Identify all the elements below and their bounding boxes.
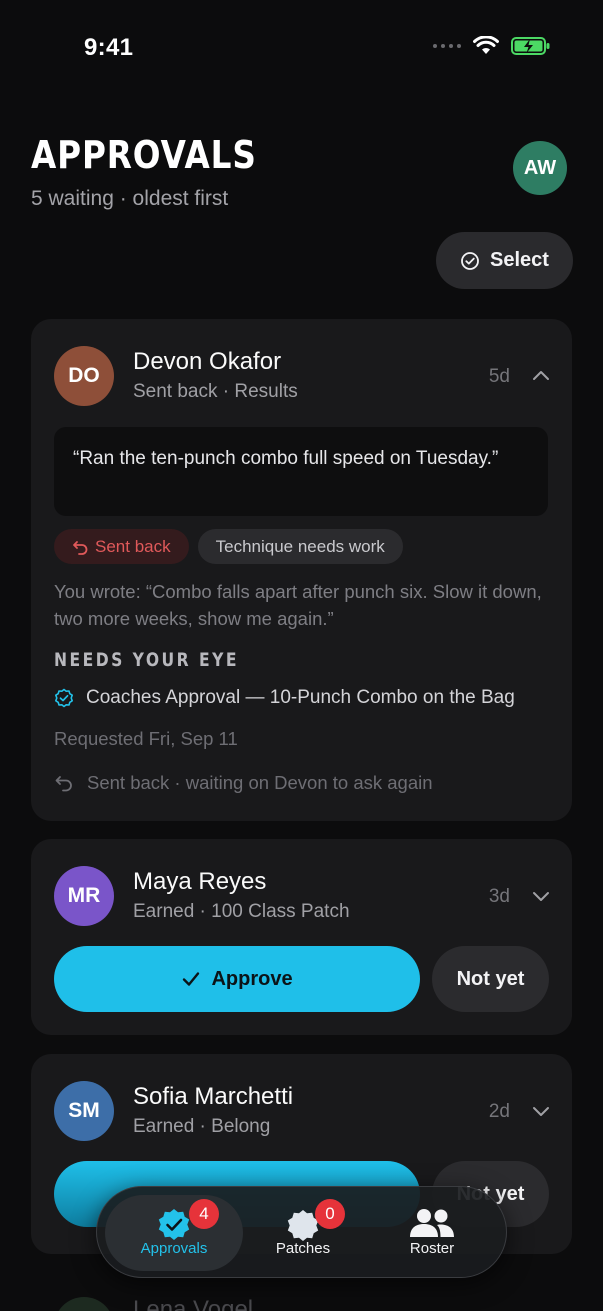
sent-back-tag: Sent back [54, 529, 189, 564]
member-name: Devon Okafor [133, 348, 282, 375]
page-title: APPROVALS [31, 133, 257, 177]
people-icon [410, 1209, 454, 1237]
approve-button[interactable]: Approve [54, 946, 420, 1012]
not-yet-button[interactable]: Not yet [432, 946, 549, 1012]
requested-date: Requested Fri, Sep 11 [54, 728, 238, 749]
select-label: Select [490, 249, 549, 271]
tab-approvals[interactable]: 4 Approvals [105, 1195, 243, 1271]
request-title: Coaches Approval — 10-Punch Combo on the… [86, 687, 515, 708]
avatar: DO [54, 346, 114, 406]
approval-card-expanded: DO Devon Okafor Sent back · Results 5d “… [31, 319, 572, 821]
member-name: Lena Vogel [133, 1296, 254, 1311]
checkmark-icon [183, 972, 200, 986]
chevron-down-icon[interactable] [532, 1102, 550, 1120]
tag-label: Sent back [95, 536, 171, 556]
undo-icon [55, 776, 72, 792]
section-heading: NEEDS YOUR EYE [54, 649, 239, 671]
profile-avatar[interactable]: AW [513, 141, 567, 195]
tag-label: Technique needs work [215, 536, 385, 556]
status-time: 9:41 [84, 34, 134, 61]
age-label: 5d [488, 366, 510, 387]
tab-patches[interactable]: 0 Patches [234, 1195, 372, 1271]
avatar [54, 1297, 114, 1311]
profile-initials: AW [523, 156, 557, 179]
verified-badge-icon [158, 1209, 190, 1240]
avatar: MR [54, 866, 114, 926]
avatar-initials: SM [68, 1099, 100, 1122]
member-quote: “Ran the ten-punch combo full speed on T… [54, 427, 548, 516]
select-button[interactable]: Select [436, 232, 573, 289]
member-name: Maya Reyes [133, 868, 267, 895]
approval-card: MR Maya Reyes Earned · 100 Class Patch 3… [31, 839, 572, 1035]
badge-count: 4 [199, 1204, 209, 1223]
not-yet-label: Not yet [456, 967, 525, 990]
member-name: Sofia Marchetti [133, 1083, 294, 1110]
request-row[interactable]: Coaches Approval — 10-Punch Combo on the… [54, 687, 515, 709]
signal-icon [433, 44, 461, 48]
chevron-up-icon[interactable] [532, 367, 550, 385]
wifi-icon [473, 36, 499, 54]
status-bar: 9:41 [0, 0, 603, 96]
member-status: Sent back · Results [133, 381, 298, 402]
feedback-tag: Technique needs work [197, 529, 403, 564]
avatar: SM [54, 1081, 114, 1141]
check-circle-icon [461, 251, 479, 270]
tag-row: Sent back Technique needs work [54, 529, 403, 564]
notification-badge: 4 [189, 1199, 219, 1229]
tab-roster[interactable]: Roster [363, 1195, 501, 1271]
age-label: 2d [488, 1101, 510, 1122]
chevron-down-icon[interactable] [532, 887, 550, 905]
page-subtitle: 5 waiting · oldest first [31, 187, 229, 210]
avatar-initials: DO [68, 364, 100, 387]
tab-bar: 4 Approvals 0 Patches Roster [96, 1186, 507, 1278]
avatar-initials: MR [67, 884, 101, 907]
undo-icon [73, 541, 88, 555]
notification-badge: 0 [315, 1199, 345, 1229]
badge-count: 0 [325, 1204, 335, 1223]
member-status: Earned · 100 Class Patch [133, 901, 350, 922]
sent-back-note: Sent back · waiting on Devon to ask agai… [87, 772, 433, 793]
coach-note: You wrote: “Combo falls apart after punc… [54, 581, 542, 629]
verified-badge-icon [55, 688, 73, 708]
battery-charging-icon [511, 37, 550, 55]
approve-label: Approve [211, 967, 293, 990]
age-label: 3d [488, 886, 510, 907]
tab-label: Roster [409, 1240, 455, 1257]
member-status: Earned · Belong [133, 1116, 271, 1137]
status-icons [433, 36, 551, 56]
sent-back-row: Sent back · waiting on Devon to ask agai… [54, 772, 433, 794]
